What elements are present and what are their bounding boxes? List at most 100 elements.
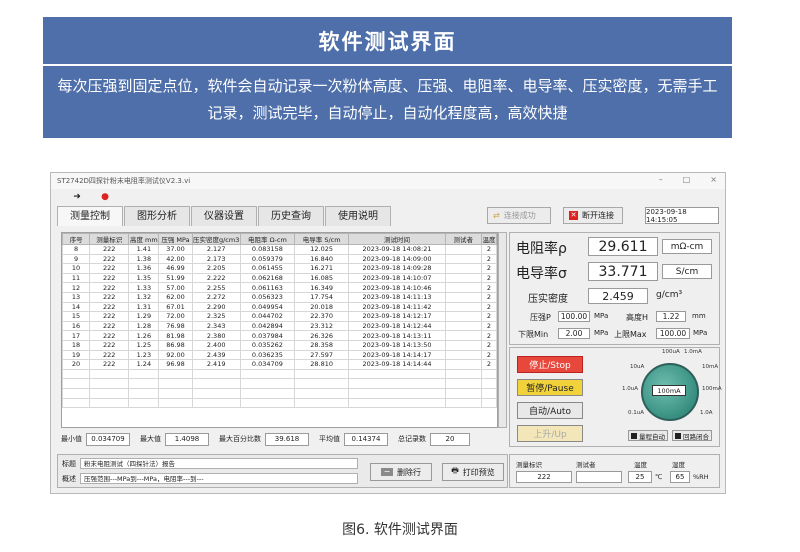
- delete-row-button[interactable]: − 删除行: [370, 463, 432, 481]
- table-cell: 1.32: [128, 291, 160, 303]
- avg-value: 0.14374: [344, 432, 388, 446]
- checkbox-icon: [631, 432, 637, 439]
- table-cell: 2.325: [191, 311, 241, 322]
- table-row[interactable]: 19 222 1.23 92.00 2.439 0.036235 27.597 2023-09…: [62, 349, 497, 361]
- density-label: 压实密度: [528, 294, 568, 305]
- table-cell: 22.370: [294, 311, 350, 322]
- tab-graph-analysis[interactable]: 图形分析: [124, 206, 190, 226]
- link-icon: ⇄: [493, 211, 500, 220]
- table-cell: 0.061455: [239, 263, 296, 274]
- humidity-value[interactable]: 65: [670, 471, 690, 483]
- main-tabs: 测量控制 图形分析 仪器设置 历史查询 使用说明: [57, 206, 392, 226]
- column-header[interactable]: 测试者: [444, 233, 482, 245]
- table-cell: 222: [89, 359, 130, 370]
- table-cell: 2: [480, 301, 497, 313]
- table-cell: 2: [480, 244, 497, 255]
- column-header[interactable]: 序号: [62, 233, 91, 245]
- column-header[interactable]: 电导率 S/cm: [294, 233, 350, 245]
- table-row[interactable]: 13 222 1.32 62.00 2.272 0.056323 17.754 2023-09…: [62, 291, 497, 303]
- empty-row: [62, 387, 497, 399]
- stop-button[interactable]: 停止/Stop: [517, 356, 583, 373]
- table-row[interactable]: 12 222 1.33 57.00 2.255 0.061163 16.349 2023-09…: [62, 282, 497, 293]
- table-row[interactable]: 18 222 1.25 86.98 2.400 0.035262 28.358 2023-09…: [62, 339, 497, 351]
- maximize-icon[interactable]: □: [683, 175, 691, 184]
- temperature-value[interactable]: 25: [628, 471, 652, 483]
- report-title-input[interactable]: 粉末电阻测试（四探针法）报告: [80, 458, 358, 469]
- table-cell: 2: [480, 330, 497, 341]
- connect-success-button[interactable]: ⇄ 连接成功: [487, 207, 551, 224]
- column-header[interactable]: 测试时间: [348, 233, 446, 245]
- table-cell: 2023-09-18 14:13:11: [348, 330, 446, 341]
- density-value: 2.459: [588, 288, 648, 304]
- tab-instrument-settings[interactable]: 仪器设置: [191, 206, 257, 226]
- lower-limit-value[interactable]: 2.00: [558, 328, 590, 339]
- table-row[interactable]: 11 222 1.35 51.99 2.222 0.062168 16.085 2023-09…: [62, 272, 497, 284]
- table-cell: 16.085: [294, 272, 350, 284]
- pressure-unit: MPa: [594, 312, 609, 320]
- table-cell: [444, 244, 482, 255]
- tab-instructions[interactable]: 使用说明: [325, 206, 391, 226]
- upper-limit-unit: MPa: [693, 329, 708, 337]
- table-cell: 0.059379: [239, 253, 296, 265]
- run-arrow-icon[interactable]: ➜: [71, 192, 83, 202]
- column-header[interactable]: 电阻率 Ω-cm: [239, 233, 296, 245]
- auto-button[interactable]: 自动/Auto: [517, 402, 583, 419]
- table-row[interactable]: 16 222 1.28 76.98 2.343 0.042894 23.312 2023-09…: [62, 320, 497, 332]
- table-cell: 17.754: [294, 291, 350, 303]
- table-vertical-scrollbar[interactable]: [498, 232, 507, 428]
- minimize-icon[interactable]: –: [659, 175, 663, 184]
- table-cell: 1.28: [128, 320, 160, 332]
- loop-closed-toggle[interactable]: 回路闭合: [672, 430, 712, 441]
- column-header[interactable]: 压强 MPa: [158, 233, 193, 245]
- dial-label-1ma: 1.0mA: [684, 349, 702, 355]
- tab-history-query[interactable]: 历史查询: [258, 206, 324, 226]
- up-button[interactable]: 上升/Up: [517, 425, 583, 442]
- tester-label: 测试者: [576, 461, 596, 469]
- density-unit: g/cm³: [656, 290, 683, 300]
- report-title-label: 标题: [62, 460, 76, 468]
- table-cell: 2023-09-18 14:09:00: [348, 253, 446, 265]
- table-cell: 222: [89, 291, 130, 303]
- abort-stop-icon[interactable]: ●: [99, 192, 111, 202]
- table-cell: 20.018: [294, 301, 350, 313]
- pressure-label: 压强P: [530, 313, 551, 322]
- column-header[interactable]: 温度: [480, 233, 497, 245]
- id-value[interactable]: 222: [516, 471, 572, 483]
- column-header[interactable]: 测量标识: [89, 233, 130, 245]
- table-row[interactable]: 10 222 1.36 46.99 2.205 0.061455 16.271 2023-09…: [62, 263, 497, 274]
- table-row[interactable]: 15 222 1.29 72.00 2.325 0.044702 22.370 2023-09…: [62, 311, 497, 322]
- window-title: ST2742D四探针粉末电阻率测试仪V2.3.vi: [57, 177, 191, 185]
- range-auto-toggle[interactable]: 量程自动: [628, 430, 668, 441]
- table-cell: 0.036235: [239, 349, 296, 361]
- table-cell: 37.00: [158, 244, 193, 255]
- table-cell: 1.35: [128, 272, 160, 284]
- height-value: 1.22: [656, 311, 686, 322]
- table-cell: 2023-09-18 14:09:28: [348, 263, 446, 274]
- table-row[interactable]: 17 222 1.26 81.98 2.380 0.037984 26.326 2023-09…: [62, 330, 497, 341]
- table-cell: 222: [89, 263, 130, 274]
- close-icon[interactable]: ×: [710, 175, 717, 184]
- tab-measure-control[interactable]: 测量控制: [57, 206, 123, 226]
- table-cell: [444, 320, 482, 332]
- disconnect-button[interactable]: ✕ 断开连接: [563, 207, 623, 224]
- print-preview-button[interactable]: 🖶 打印预览: [442, 463, 504, 481]
- table-row[interactable]: 14 222 1.31 67.01 2.290 0.049954 20.018 2023-09…: [62, 301, 497, 313]
- table-cell: 2: [480, 349, 497, 361]
- table-row[interactable]: 20 222 1.24 96.98 2.419 0.034709 28.810 2023-09…: [62, 359, 497, 370]
- resistivity-unit: mΩ-cm: [662, 239, 712, 254]
- column-header[interactable]: 高度 mm: [128, 233, 160, 245]
- table-cell: 19: [62, 349, 91, 361]
- table-row[interactable]: 8 222 1.41 37.00 2.127 0.083158 12.025 2023-09-…: [62, 244, 497, 255]
- tester-value[interactable]: [576, 471, 622, 483]
- table-cell: 20: [62, 359, 91, 370]
- pause-button[interactable]: 暂停/Pause: [517, 379, 583, 396]
- table-cell: [444, 349, 482, 361]
- table-cell: 2.290: [191, 301, 241, 313]
- table-row[interactable]: 9 222 1.38 42.00 2.173 0.059379 16.840 2023-09-…: [62, 253, 497, 265]
- column-header[interactable]: 压实密度g/cm3: [191, 233, 241, 245]
- table-cell: 72.00: [158, 311, 193, 322]
- table-cell: 2023-09-18 14:14:17: [348, 349, 446, 361]
- upper-limit-value[interactable]: 100.00: [656, 328, 690, 339]
- report-summary-input[interactable]: 压强范围---MPa到---MPa，电阻率---到---: [80, 473, 358, 484]
- conductivity-value: 33.771: [588, 262, 658, 281]
